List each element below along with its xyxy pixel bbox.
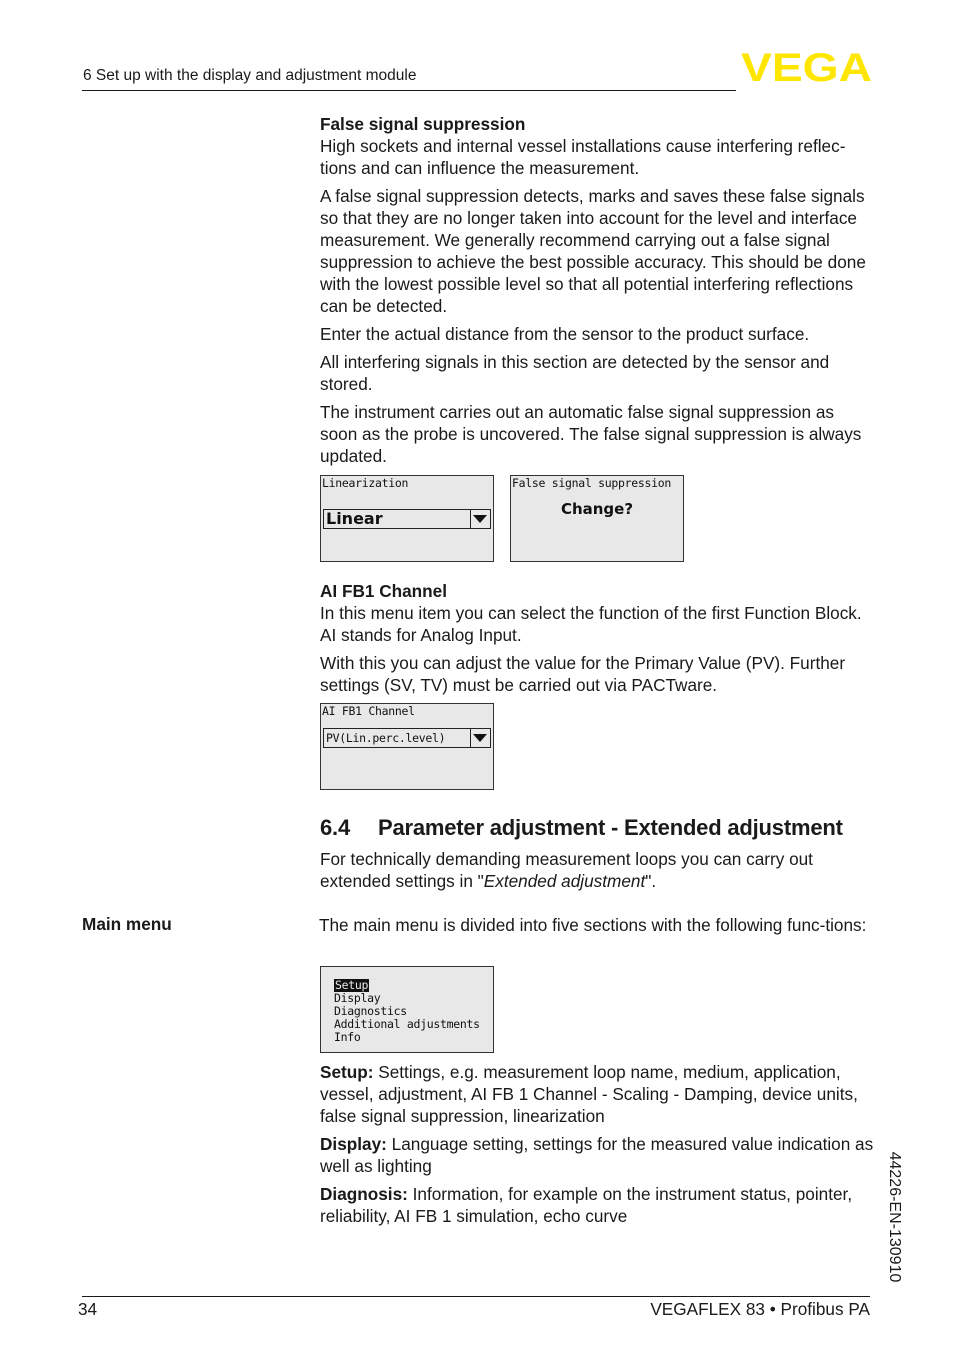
paragraph: A false signal suppression detects, mark… <box>320 186 866 316</box>
definition: Language setting, settings for the measu… <box>320 1134 874 1176</box>
lcd-title: Linearization <box>322 476 409 490</box>
description-display: Display: Language setting, settings for … <box>320 1133 876 1177</box>
footer-product: VEGAFLEX 83 • Profibus PA <box>650 1299 870 1319</box>
false-signal-section: False signal suppression High sockets an… <box>320 113 876 473</box>
paragraph: Enter the actual distance from the senso… <box>320 324 810 344</box>
paragraph: All interfering signals in this section … <box>320 352 830 394</box>
ai-fb1-heading: AI FB1 Channel <box>320 581 448 601</box>
section-intro: For technically demanding measurement lo… <box>320 848 876 892</box>
ai-fb1-dropdown[interactable]: PV(Lin.perc.level) <box>323 728 491 748</box>
menu-descriptions: Setup: Settings, e.g. measurement loop n… <box>320 1061 876 1233</box>
document-id: 44226-EN-130910 <box>876 1140 916 1300</box>
change-prompt[interactable]: Change? <box>511 500 683 518</box>
definition: Settings, e.g. measurement loop name, me… <box>320 1062 858 1126</box>
intro-text-end: ". <box>645 871 657 891</box>
description-setup: Setup: Settings, e.g. measurement loop n… <box>320 1061 876 1127</box>
footer-rule <box>82 1296 870 1297</box>
description-diagnosis: Diagnosis: Information, for example on t… <box>320 1183 876 1227</box>
menu-item-info[interactable]: Info <box>334 1031 480 1044</box>
lcd-title: AI FB1 Channel <box>322 704 415 718</box>
side-label-main-menu: Main menu <box>82 914 172 934</box>
running-header: 6 Set up with the display and adjustment… <box>83 67 417 84</box>
main-menu-list: Setup Display Diagnostics Additional adj… <box>334 979 480 1044</box>
dropdown-value: Linear <box>326 509 383 528</box>
intro-italic: Extended adjustment <box>483 871 646 891</box>
document-id-text: 44226-EN-130910 <box>886 1151 903 1283</box>
term: Setup: <box>320 1062 374 1082</box>
section-title: Parameter adjustment - Extended adjustme… <box>378 815 843 840</box>
ai-fb1-section: AI FB1 Channel In this menu item you can… <box>320 580 876 702</box>
paragraph: High sockets and internal vessel install… <box>320 136 846 178</box>
lcd-screen-linearization: Linearization Linear <box>320 475 494 562</box>
dropdown-arrow-icon[interactable] <box>470 729 490 747</box>
false-signal-heading: False signal suppression <box>320 114 526 134</box>
paragraph: With this you can adjust the value for t… <box>320 653 846 695</box>
lcd-screen-main-menu: Setup Display Diagnostics Additional adj… <box>320 966 494 1053</box>
lcd-screen-false-signal: False signal suppression Change? <box>510 475 684 562</box>
header-rule <box>82 90 736 91</box>
section-number: 6.4 <box>320 815 350 840</box>
lcd-title: False signal suppression <box>512 476 671 490</box>
section-heading: 6.4 Parameter adjustment - Extended adjus… <box>320 815 843 841</box>
term: Diagnosis: <box>320 1184 408 1204</box>
paragraph: In this menu item you can select the fun… <box>320 603 862 645</box>
paragraph: The instrument carries out an automatic … <box>320 402 862 466</box>
lcd-screen-ai-fb1: AI FB1 Channel PV(Lin.perc.level) <box>320 703 494 790</box>
vega-logo-text: VEGA <box>741 50 872 85</box>
linearization-dropdown[interactable]: Linear <box>323 509 491 529</box>
page-number: 34 <box>78 1299 98 1319</box>
vega-logo: VEGA <box>741 50 872 85</box>
main-menu-intro: The main menu is divided into five secti… <box>319 915 867 935</box>
term: Display: <box>320 1134 387 1154</box>
dropdown-arrow-icon[interactable] <box>470 510 490 528</box>
dropdown-value: PV(Lin.perc.level) <box>326 731 446 745</box>
